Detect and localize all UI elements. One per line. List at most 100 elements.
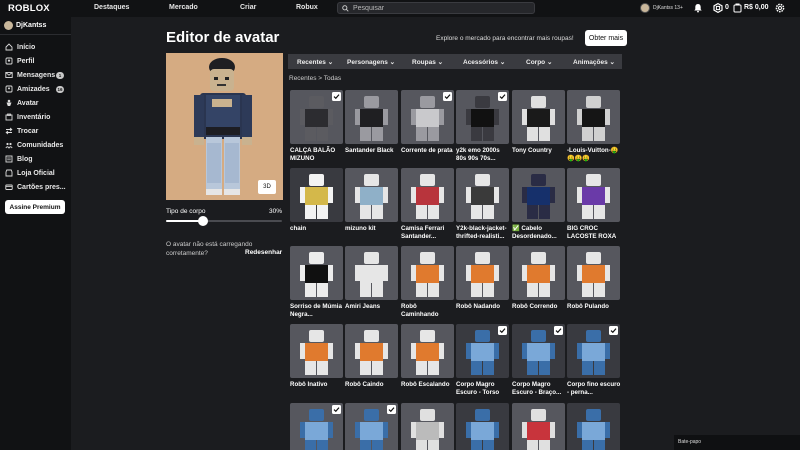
bell-icon[interactable] [693,3,703,13]
robux-icon[interactable] [713,3,723,13]
item-tile[interactable] [290,168,343,222]
sidebar-user[interactable]: DjKantss [4,21,46,30]
store-icon [4,169,13,178]
item-name[interactable]: Sorriso de Múmia Negra... [290,303,344,319]
item-tile[interactable] [567,324,620,378]
sidebar-item-comunidades[interactable]: Comunidades [4,140,63,150]
sidebar-item-label: Perfil [17,57,35,65]
item-thumbnail [577,252,610,297]
item-name[interactable]: mizuno kit [345,225,399,233]
item-tile[interactable] [401,403,454,450]
avatar-preview[interactable] [166,53,283,200]
chat-bar[interactable]: Bate-papo [674,435,800,450]
sidebar-item-inicio[interactable]: Início [4,42,35,52]
item-tile[interactable] [512,324,565,378]
item-name[interactable]: y2k emo 2000s 80s 90s 70s... [456,147,510,163]
item-name[interactable]: CALÇA BALÃO MIZUNO [290,147,344,163]
item-tile[interactable] [456,168,509,222]
top-username[interactable]: DjKantss 13+ [653,5,683,11]
item-tile[interactable] [456,246,509,300]
tab-roupas[interactable]: Roupas ⌄ [412,58,443,66]
nav-criar[interactable]: Criar [240,4,256,11]
item-name[interactable]: -Louis-Vuitton-🤑🤑🤑🤑 [567,147,621,163]
sidebar-item-perfil[interactable]: Perfil [4,56,35,66]
item-tile[interactable] [456,403,509,450]
view-3d-toggle[interactable]: 3D [258,180,276,194]
item-name[interactable]: chain [290,225,344,233]
tab-recentes[interactable]: Recentes ⌄ [297,58,333,66]
sidebar-item-label: Comunidades [17,141,64,149]
roblox-logo[interactable]: ROBLOX [8,3,50,14]
item-tile[interactable] [512,246,565,300]
tab-corpo[interactable]: Corpo ⌄ [526,58,552,66]
item-tile[interactable] [345,168,398,222]
item-tile[interactable] [345,90,398,144]
item-tile[interactable] [290,324,343,378]
sidebar-item-avatar[interactable]: Avatar [4,98,39,108]
item-name[interactable]: Robô Nadando [456,303,510,311]
item-name[interactable]: Santander Black [345,147,399,155]
item-name[interactable]: Robô Pulando [567,303,621,311]
item-name[interactable]: Robô Caminhando [401,303,455,319]
item-tile[interactable] [567,403,620,450]
item-thumbnail [300,330,333,375]
premium-button[interactable]: Assine Premium [5,200,65,214]
cart-icon[interactable] [733,3,742,13]
sidebar-item-amizades[interactable]: Amizades [4,84,50,94]
sidebar-item-loja-oficial[interactable]: Loja Oficial [4,168,55,178]
breadcrumb[interactable]: Recentes > Todas [289,75,341,82]
item-tile[interactable] [290,246,343,300]
item-name[interactable]: Tony Country [512,147,566,155]
item-tile[interactable] [512,90,565,144]
tab-animacoes[interactable]: Animações ⌄ [573,58,615,66]
item-tile[interactable] [345,246,398,300]
nav-robux[interactable]: Robux [296,4,318,11]
item-tile[interactable] [512,168,565,222]
item-name[interactable]: Amiri Jeans [345,303,399,311]
item-tile[interactable] [401,246,454,300]
nav-destaques[interactable]: Destaques [94,4,129,11]
item-tile[interactable] [345,403,398,450]
item-name[interactable]: Corpo Magro Escuro - Torso [456,381,510,397]
search-input[interactable] [353,4,533,12]
item-tile[interactable] [290,403,343,450]
item-name[interactable]: Corpo fino escuro - perna... [567,381,621,397]
item-tile[interactable] [567,246,620,300]
sidebar-item-trocar[interactable]: Trocar [4,126,38,136]
item-name[interactable]: Camisa Ferrari Santander... [401,225,455,241]
tab-acessorios[interactable]: Acessórios ⌄ [463,58,505,66]
item-name[interactable]: Robô Escalando [401,381,455,389]
item-name[interactable]: Robô Inativo [290,381,344,389]
sidebar-item-label: Inventário [17,113,51,121]
item-tile[interactable] [401,168,454,222]
nav-mercado[interactable]: Mercado [169,4,198,11]
item-name[interactable]: BIG CROC LACOSTE ROXA [567,225,621,241]
item-tile[interactable] [345,324,398,378]
get-more-button[interactable]: Obter mais [585,30,627,46]
tab-personagens[interactable]: Personagens ⌄ [347,58,395,66]
item-name[interactable]: Corrente de prata [401,147,455,155]
item-name[interactable]: Robô Correndo [512,303,566,311]
user-avatar-thumb[interactable] [640,3,650,13]
item-tile[interactable] [567,90,620,144]
gear-icon[interactable] [774,2,786,14]
redraw-button[interactable]: Redesenhar [245,249,282,256]
item-tile[interactable] [401,324,454,378]
sidebar-item-cartoes[interactable]: Cartões pres... [4,182,66,192]
sidebar-item-inventario[interactable]: Inventário [4,112,50,122]
item-name[interactable]: Corpo Magro Escuro - Braço... [512,381,566,397]
item-tile[interactable] [456,90,509,144]
item-tile[interactable] [290,90,343,144]
slider-thumb[interactable] [198,216,208,226]
item-tile[interactable] [512,403,565,450]
search-box[interactable] [337,2,535,14]
item-name[interactable]: ✅ Cabelo Desordenado... [512,225,566,241]
item-tile[interactable] [401,90,454,144]
item-name[interactable]: Y2k-black-jacket-thrifted-realisti... [456,225,510,241]
sidebar-item-mensagens[interactable]: Mensagens [4,70,55,80]
item-tile[interactable] [456,324,509,378]
item-name[interactable]: Robô Caindo [345,381,399,389]
item-tile[interactable] [567,168,620,222]
body-type-slider[interactable] [166,220,282,222]
sidebar-item-blog[interactable]: Blog [4,154,33,164]
